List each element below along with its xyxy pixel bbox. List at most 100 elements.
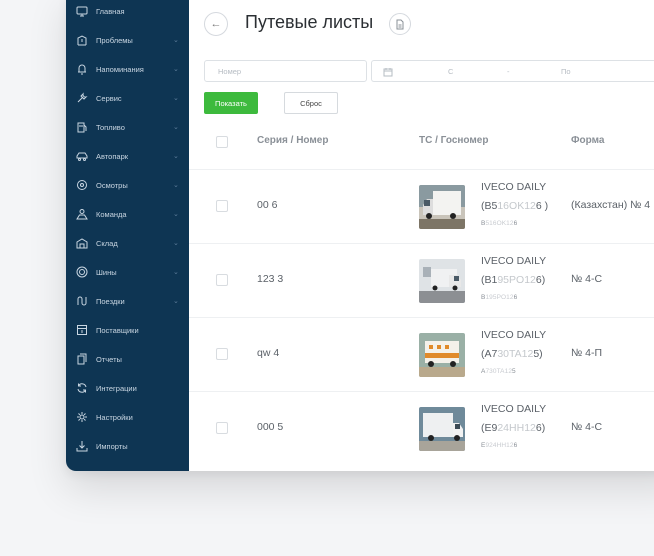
sidebar-item-imports[interactable]: Импорты [66, 435, 189, 457]
chevron-down-icon: ⌄ [173, 95, 179, 102]
sidebar-item-settings[interactable]: Настройки [66, 406, 189, 428]
row-checkbox[interactable] [216, 348, 228, 360]
show-button[interactable]: Показать [204, 92, 258, 114]
vehicle-plate-small: B195PO126 [481, 294, 518, 301]
sidebar-item-label: Отчеты [96, 354, 122, 364]
vehicle-plate: (B516OK126 ) [481, 200, 549, 212]
chevron-down-icon: ⌄ [173, 240, 179, 247]
table-row[interactable]: qw 4 IVECO DAILY (A730TA125) A730TA125 №… [189, 317, 654, 391]
chevron-down-icon: ⌄ [173, 124, 179, 131]
sidebar-item-service[interactable]: Сервис ⌄ [66, 87, 189, 109]
vehicle-plate-small: B516OK126 [481, 220, 518, 227]
sidebar-item-tires[interactable]: Шины ⌄ [66, 261, 189, 283]
vehicle-name: IVECO DAILY [481, 403, 547, 415]
wrench-icon [76, 92, 88, 104]
date-range-input[interactable]: С - По [371, 60, 654, 82]
page-title: Путевые листы [245, 12, 374, 32]
sidebar-item-label: Проблемы [96, 35, 133, 45]
date-separator: - [507, 66, 510, 76]
sidebar-item-label: Автопарк [96, 151, 129, 161]
form-name: № 4-С [571, 273, 603, 285]
document-icon [395, 19, 405, 30]
sidebar-item-label: Команда [96, 209, 127, 219]
series-number: 000 5 [257, 421, 284, 433]
sidebar: Главная Проблемы ⌄ Напоминания ⌄ Сервис … [66, 0, 189, 471]
sidebar-item-fleet[interactable]: Автопарк ⌄ [66, 145, 189, 167]
chevron-down-icon: ⌄ [173, 211, 179, 218]
dashboard-icon [76, 5, 88, 17]
sidebar-item-label: Интеграции [96, 383, 137, 393]
sidebar-item-label: Сервис [96, 93, 122, 103]
chevron-down-icon: ⌄ [173, 298, 179, 305]
app-window: Главная Проблемы ⌄ Напоминания ⌄ Сервис … [66, 0, 654, 471]
table-row[interactable]: 00 6 IVECO DAILY (B516OK126 ) B516OK126 … [189, 169, 654, 243]
column-header-vehicle: ТС / Госномер [419, 135, 489, 146]
vehicle-thumbnail [419, 407, 465, 451]
vehicle-thumbnail [419, 185, 465, 229]
series-number: qw 4 [257, 347, 280, 359]
chevron-down-icon: ⌄ [173, 182, 179, 189]
vehicle-thumbnail [419, 259, 465, 303]
sidebar-item-reminders[interactable]: Напоминания ⌄ [66, 58, 189, 80]
column-header-form: Форма [571, 135, 605, 146]
vehicle-thumbnail [419, 333, 465, 377]
chevron-down-icon: ⌄ [173, 37, 179, 44]
arrow-left-icon: ← [210, 18, 222, 30]
sidebar-item-fuel[interactable]: Топливо ⌄ [66, 116, 189, 138]
sidebar-item-label: Напоминания [96, 64, 144, 74]
route-icon [76, 295, 88, 307]
back-button[interactable]: ← [204, 12, 228, 36]
sidebar-item-trips[interactable]: Поездки ⌄ [66, 290, 189, 312]
row-checkbox[interactable] [216, 200, 228, 212]
vehicle-name: IVECO DAILY [481, 329, 547, 341]
main-content: ← Путевые листы Номер С - По Показать Сб… [189, 0, 654, 471]
number-input[interactable]: Номер [204, 60, 367, 82]
integrations-icon [76, 382, 88, 394]
chevron-down-icon: ⌄ [173, 153, 179, 160]
form-name: (Казахстан) № 4 [571, 199, 651, 211]
sidebar-item-team[interactable]: Команда ⌄ [66, 203, 189, 225]
export-document-button[interactable] [389, 13, 411, 35]
warning-icon [76, 34, 88, 46]
warehouse-icon [76, 237, 88, 249]
reset-button[interactable]: Сброс [284, 92, 338, 114]
sidebar-item-suppliers[interactable]: Поставщики [66, 319, 189, 341]
sidebar-item-label: Склад [96, 238, 118, 248]
import-icon [76, 440, 88, 452]
sidebar-item-inspections[interactable]: Осмотры ⌄ [66, 174, 189, 196]
chevron-down-icon: ⌄ [173, 66, 179, 73]
table-row[interactable]: 000 5 IVECO DAILY (E924HH126) E924HH126 … [189, 391, 654, 465]
sidebar-item-integrations[interactable]: Интеграции [66, 377, 189, 399]
vehicle-plate: (E924HH126) [481, 422, 546, 434]
table-row[interactable]: 123 3 IVECO DAILY (B195PO126) B195PO126 … [189, 243, 654, 317]
vehicle-plate: (A730TA125) [481, 348, 543, 360]
form-name: № 4-П [571, 347, 603, 359]
sidebar-item-label: Поездки [96, 296, 125, 306]
vehicle-plate-small: A730TA125 [481, 368, 516, 375]
sidebar-item-problems[interactable]: Проблемы ⌄ [66, 29, 189, 51]
date-to-label: По [561, 66, 571, 76]
sidebar-item-label: Настройки [96, 412, 133, 422]
select-all-checkbox[interactable] [216, 136, 228, 148]
sidebar-item-label: Импорты [96, 441, 128, 451]
vehicle-plate: (B195PO126) [481, 274, 546, 286]
column-header-series: Серия / Номер [257, 135, 329, 146]
series-number: 123 3 [257, 273, 284, 285]
row-checkbox[interactable] [216, 274, 228, 286]
tire-icon [76, 266, 88, 278]
bell-icon [76, 63, 88, 75]
vehicle-plate-small: E924HH126 [481, 442, 518, 449]
fuel-icon [76, 121, 88, 133]
calendar-icon [383, 67, 393, 77]
inspection-icon [76, 179, 88, 191]
reports-icon [76, 353, 88, 365]
team-icon [76, 208, 88, 220]
form-name: № 4-С [571, 421, 603, 433]
row-checkbox[interactable] [216, 422, 228, 434]
sidebar-item-dashboard[interactable]: Главная [66, 0, 189, 22]
sidebar-item-reports[interactable]: Отчеты [66, 348, 189, 370]
sidebar-item-label: Топливо [96, 122, 125, 132]
sidebar-item-label: Шины [96, 267, 117, 277]
sidebar-item-warehouse[interactable]: Склад ⌄ [66, 232, 189, 254]
gear-icon [76, 411, 88, 423]
